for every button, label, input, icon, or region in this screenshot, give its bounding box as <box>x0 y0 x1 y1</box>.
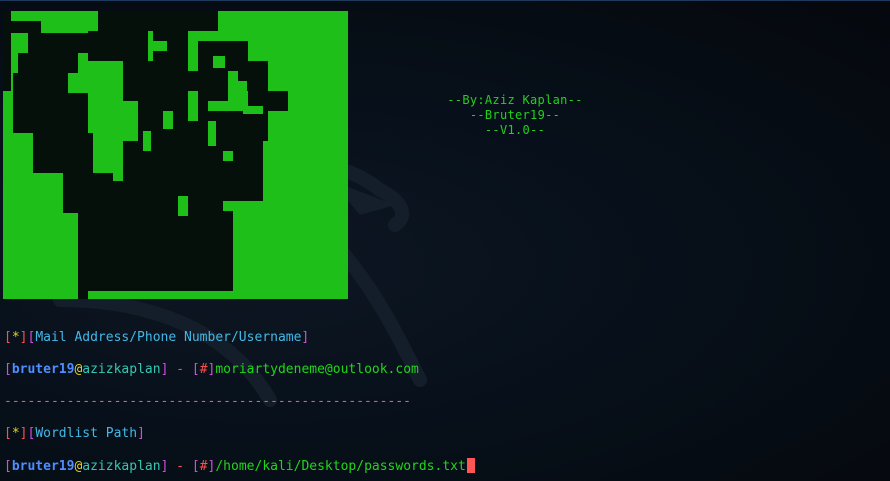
prompt-star: * <box>11 330 20 345</box>
terminal-cursor[interactable] <box>466 458 475 473</box>
separator-line: ----------------------------------------… <box>4 394 411 409</box>
shell-hash: # <box>199 362 208 377</box>
banner-author: --By:Aziz Kaplan-- <box>447 93 583 107</box>
mail-prompt-line: [*][Mail Address/Phone Number/Username] <box>4 330 309 345</box>
wordlist-prompt-label: Wordlist Path <box>35 426 138 441</box>
mail-prompt-label: Mail Address/Phone Number/Username <box>35 330 302 345</box>
shell-host: azizkaplan <box>82 362 161 377</box>
banner-version: --V1.0-- <box>484 123 546 137</box>
banner-tool-name: --Bruter19-- <box>469 108 561 122</box>
prompt-bracket: ] <box>301 330 310 345</box>
shell-separator: - <box>168 362 192 377</box>
wordlist-prompt-line: [*][Wordlist Path] <box>4 426 145 441</box>
wordlist-input-line[interactable]: [bruter19@azizkaplan] - [#]/home/kali/De… <box>4 458 475 474</box>
mail-input-value[interactable]: moriartydeneme@outlook.com <box>215 362 419 377</box>
mail-input-line[interactable]: [bruter19@azizkaplan] - [#]moriartydenem… <box>4 362 419 377</box>
shell-user: bruter19 <box>11 459 75 474</box>
terminal-top-border <box>0 0 890 1</box>
shell-user: bruter19 <box>11 362 75 377</box>
shell-separator: - <box>168 459 192 474</box>
wordlist-input-value[interactable]: /home/kali/Desktop/passwords.txt <box>215 459 465 474</box>
shell-hash: # <box>199 459 208 474</box>
ascii-art-fist-logo <box>3 11 348 299</box>
shell-host: azizkaplan <box>82 459 161 474</box>
terminal-window[interactable]: --By:Aziz Kaplan-- --Bruter19-- --V1.0--… <box>0 0 890 481</box>
prompt-bracket: [ <box>4 330 12 345</box>
